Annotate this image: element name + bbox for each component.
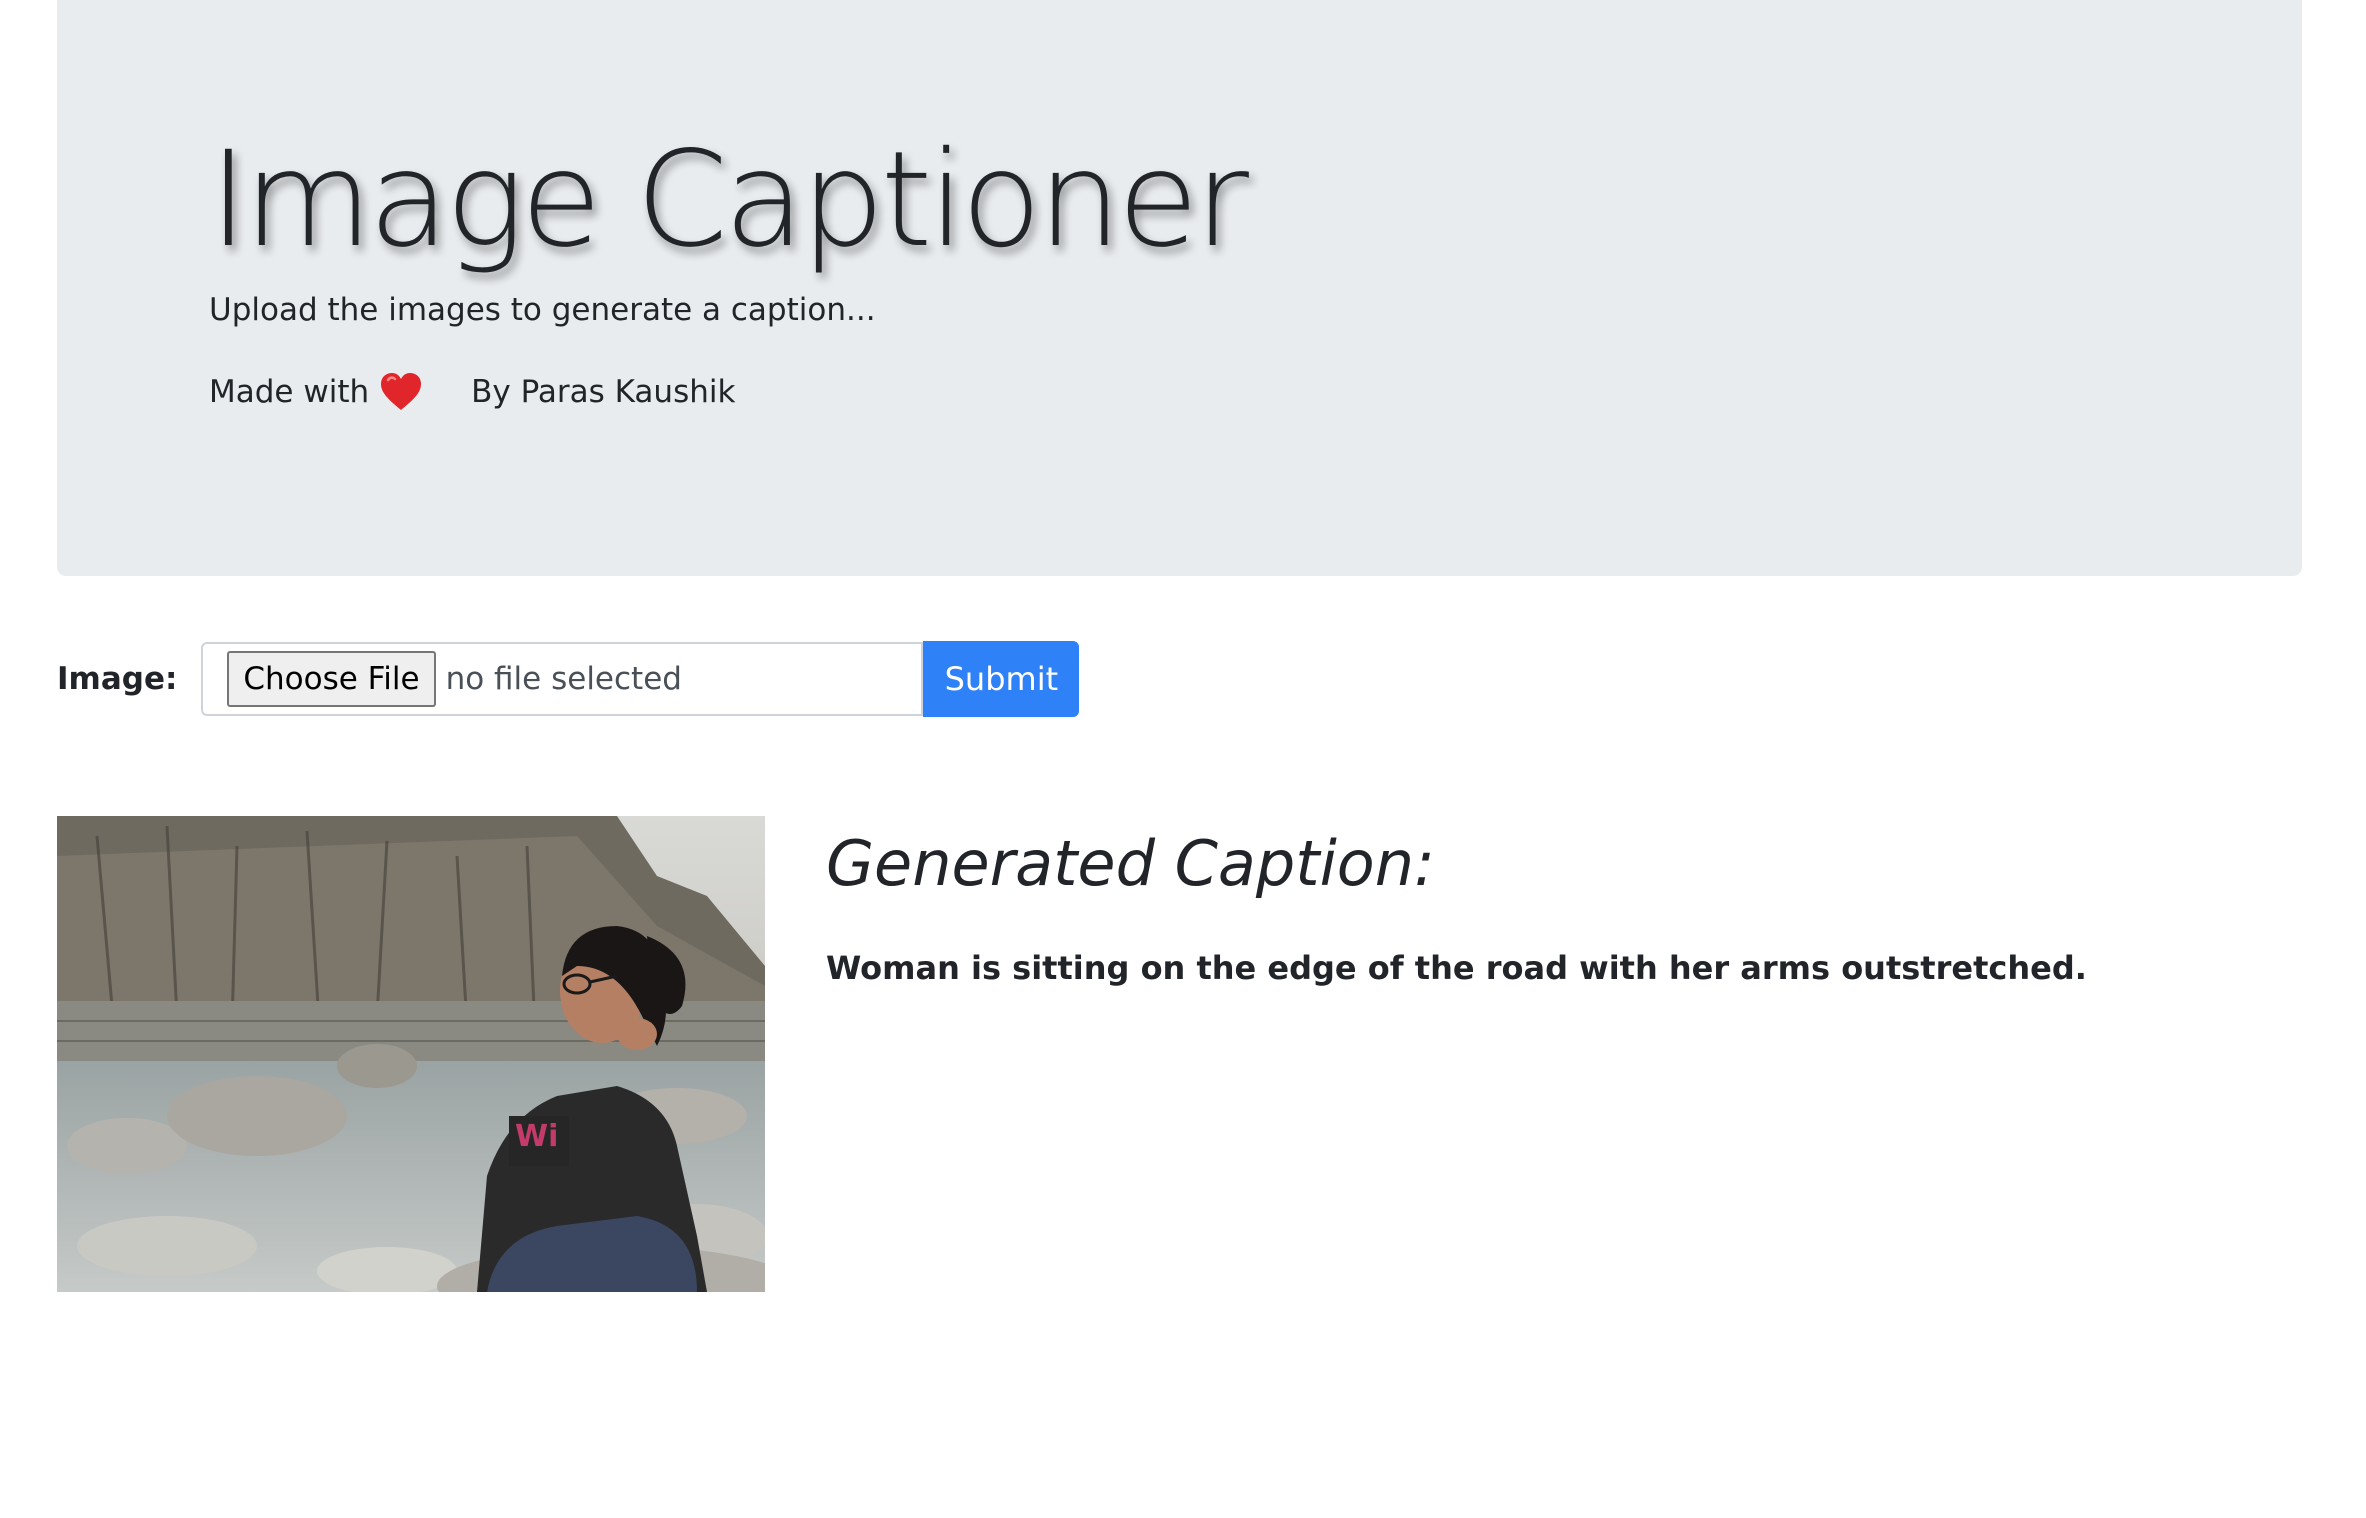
heart-icon xyxy=(379,372,423,412)
author-name: By Paras Kaushik xyxy=(471,374,736,410)
submit-button[interactable]: Submit xyxy=(923,641,1080,717)
generated-caption: Woman is sitting on the edge of the road… xyxy=(826,949,2087,987)
uploaded-photo: Wi xyxy=(57,816,765,1292)
header-jumbotron: Image Captioner Upload the images to gen… xyxy=(57,0,2302,576)
image-label: Image: xyxy=(57,661,178,697)
svg-text:Wi: Wi xyxy=(515,1119,558,1154)
upload-form: Image: Choose File no file selected Subm… xyxy=(57,640,1080,718)
file-input[interactable]: Choose File no file selected xyxy=(201,642,924,716)
page-title: Image Captioner xyxy=(209,123,1249,277)
made-with-text: Made with xyxy=(209,374,370,410)
file-status-text: no file selected xyxy=(445,661,682,697)
page-subtitle: Upload the images to generate a caption.… xyxy=(209,292,876,328)
choose-file-button[interactable]: Choose File xyxy=(227,651,436,707)
credits: Made with By Paras Kaushik xyxy=(209,366,735,418)
caption-heading: Generated Caption: xyxy=(826,827,1435,900)
